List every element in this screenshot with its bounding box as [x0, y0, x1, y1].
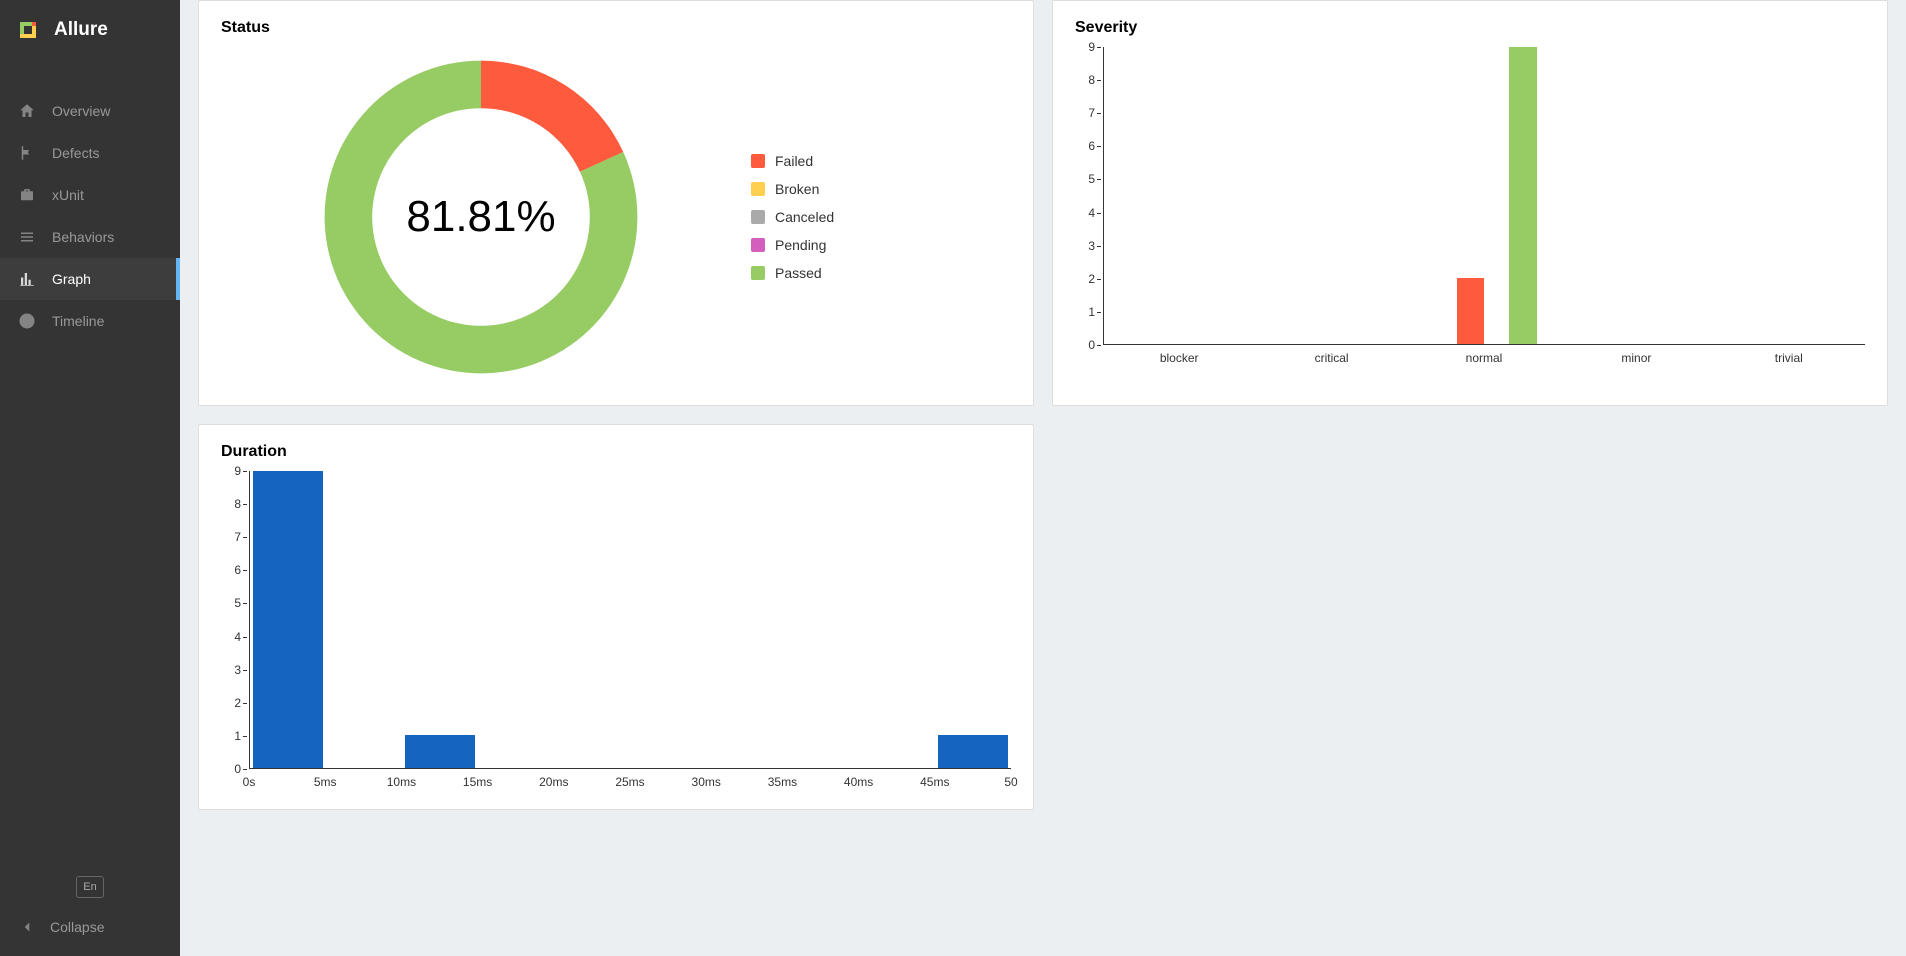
y-tick: 9	[1088, 40, 1095, 54]
status-percentage: 81.81%	[311, 47, 651, 387]
nav-item-graph[interactable]: Graph	[0, 258, 180, 300]
x-tick: 15ms	[463, 775, 492, 789]
y-tick: 5	[234, 596, 241, 610]
nav-label: Overview	[52, 103, 110, 119]
list-icon	[18, 228, 36, 246]
nav-label: xUnit	[52, 187, 84, 203]
nav-label: Behaviors	[52, 229, 114, 245]
x-tick: 0s	[243, 775, 256, 789]
legend-label: Broken	[775, 181, 819, 197]
y-tick: 8	[1088, 73, 1095, 87]
x-tick: blocker	[1160, 351, 1199, 365]
legend-swatch-icon	[751, 210, 765, 224]
severity-chart: 0123456789 blockercriticalnormalminortri…	[1075, 47, 1865, 367]
home-icon	[18, 102, 36, 120]
x-tick: 40ms	[844, 775, 873, 789]
y-tick: 0	[1088, 338, 1095, 352]
flag-icon	[18, 144, 36, 162]
nav-item-defects[interactable]: Defects	[0, 132, 180, 174]
legend-item-failed[interactable]: Failed	[751, 153, 834, 169]
y-tick: 6	[234, 563, 241, 577]
legend-label: Failed	[775, 153, 813, 169]
y-tick: 7	[1088, 106, 1095, 120]
bar-normal-passed	[1509, 47, 1536, 344]
legend-swatch-icon	[751, 154, 765, 168]
brand-name: Allure	[54, 19, 108, 41]
x-tick: 50	[1004, 775, 1017, 789]
y-tick: 2	[234, 696, 241, 710]
y-tick: 4	[234, 630, 241, 644]
status-legend: Failed Broken Canceled Pending Passed	[751, 153, 834, 281]
nav-label: Defects	[52, 145, 99, 161]
collapse-sidebar[interactable]: Collapse	[0, 908, 180, 946]
legend-label: Passed	[775, 265, 822, 281]
legend-swatch-icon	[751, 182, 765, 196]
y-tick: 0	[234, 762, 241, 776]
y-tick: 1	[234, 729, 241, 743]
bar-0	[253, 471, 323, 768]
nav-item-behaviors[interactable]: Behaviors	[0, 216, 180, 258]
panel-title: Status	[221, 19, 1011, 37]
panel-title: Duration	[221, 443, 1011, 461]
x-tick: 30ms	[692, 775, 721, 789]
language-switch[interactable]: En	[76, 876, 104, 898]
y-tick: 1	[1088, 305, 1095, 319]
y-tick: 7	[234, 530, 241, 544]
legend-swatch-icon	[751, 266, 765, 280]
briefcase-icon	[18, 186, 36, 204]
x-tick: 25ms	[615, 775, 644, 789]
bar-2	[405, 735, 475, 768]
x-tick: trivial	[1775, 351, 1803, 365]
y-tick: 5	[1088, 172, 1095, 186]
main: Status 81.81% Failed Broken Canceled Pendin…	[180, 0, 1906, 956]
x-tick: 35ms	[768, 775, 797, 789]
panel-severity: Severity 0 1 2 3 4 5 6 7 8 9 blocker critical norma…	[1052, 0, 1888, 406]
legend-item-pending[interactable]: Pending	[751, 237, 834, 253]
bar-9	[938, 735, 1008, 768]
x-tick: 5ms	[314, 775, 337, 789]
y-tick: 4	[1088, 206, 1095, 220]
bar-chart-icon	[18, 270, 36, 288]
x-tick: normal	[1466, 351, 1503, 365]
nav-item-xunit[interactable]: xUnit	[0, 174, 180, 216]
clock-icon	[18, 312, 36, 330]
chevron-left-icon	[18, 918, 36, 936]
sidebar-footer: En Collapse	[0, 866, 180, 956]
nav-item-overview[interactable]: Overview	[0, 90, 180, 132]
x-tick: critical	[1315, 351, 1349, 365]
nav-item-timeline[interactable]: Timeline	[0, 300, 180, 342]
y-tick: 6	[1088, 139, 1095, 153]
status-donut: 81.81%	[311, 47, 651, 387]
duration-chart: 0123456789 0s5ms10ms15ms20ms25ms30ms35ms…	[221, 471, 1011, 791]
legend-swatch-icon	[751, 238, 765, 252]
bar-normal-failed	[1457, 278, 1484, 344]
y-tick: 9	[234, 464, 241, 478]
nav-label: Graph	[52, 271, 91, 287]
legend-item-canceled[interactable]: Canceled	[751, 209, 834, 225]
brand: Allure	[0, 0, 180, 60]
panel-duration: Duration 0 1 2 3 4 5 6 7 8 9 0s 5ms 10ms 15ms 20ms 25m…	[198, 424, 1034, 810]
legend-item-broken[interactable]: Broken	[751, 181, 834, 197]
x-tick: 45ms	[920, 775, 949, 789]
collapse-label: Collapse	[50, 919, 104, 935]
y-tick: 8	[234, 497, 241, 511]
sidebar: Allure Overview Defects xUnit Behaviors …	[0, 0, 180, 956]
legend-label: Pending	[775, 237, 826, 253]
nav-label: Timeline	[52, 313, 104, 329]
allure-logo-icon	[16, 18, 40, 42]
panel-status: Status 81.81% Failed Broken Canceled Pendin…	[198, 0, 1034, 406]
y-tick: 3	[1088, 239, 1095, 253]
y-tick: 2	[1088, 272, 1095, 286]
y-tick: 3	[234, 663, 241, 677]
legend-item-passed[interactable]: Passed	[751, 265, 834, 281]
x-tick: 20ms	[539, 775, 568, 789]
nav: Overview Defects xUnit Behaviors Graph T…	[0, 60, 180, 866]
x-tick: minor	[1621, 351, 1651, 365]
x-tick: 10ms	[387, 775, 416, 789]
panel-title: Severity	[1075, 19, 1865, 37]
legend-label: Canceled	[775, 209, 834, 225]
